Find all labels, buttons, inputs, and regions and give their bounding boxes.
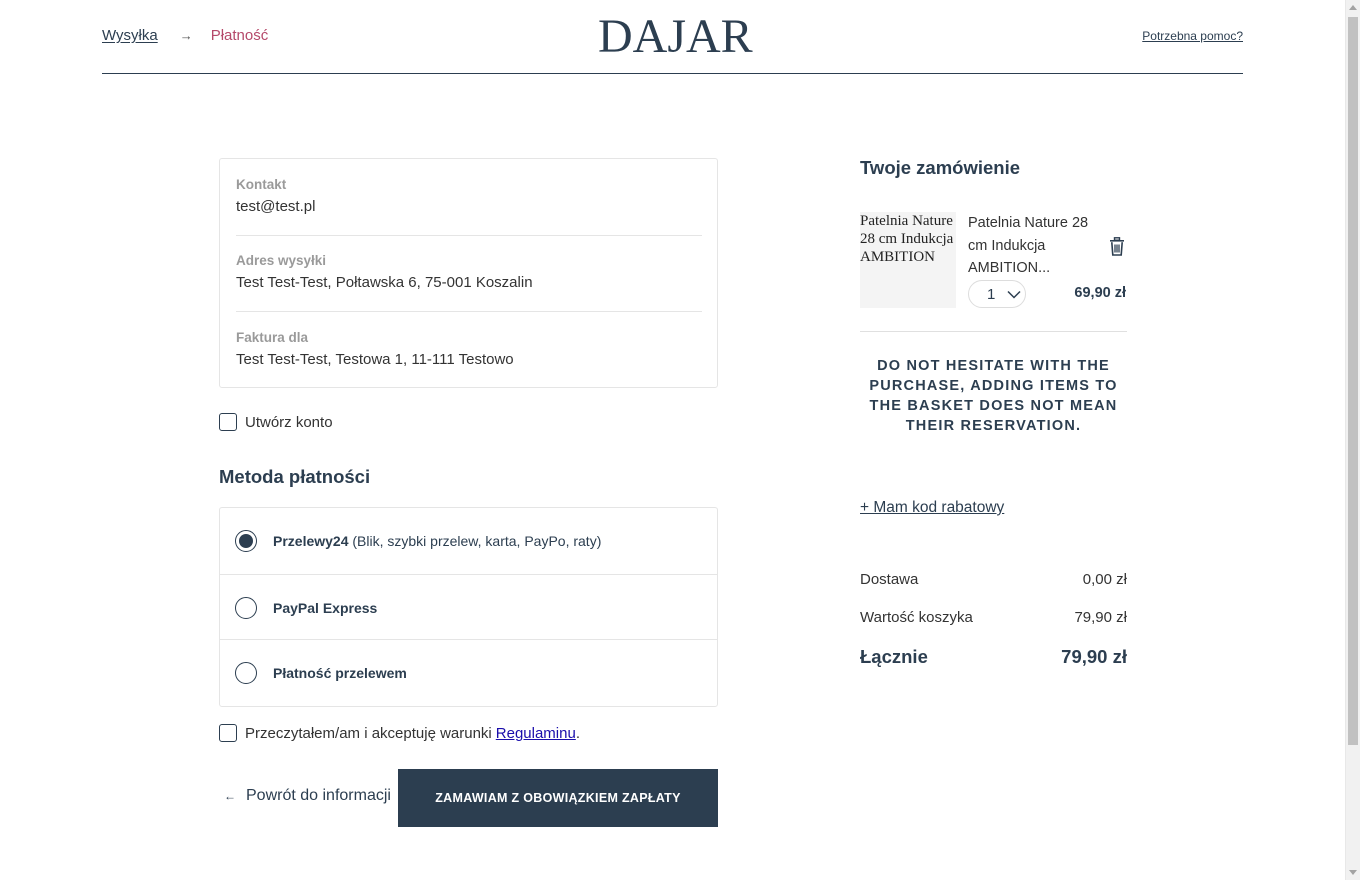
radio-selected[interactable] [235, 529, 257, 552]
place-order-button[interactable]: ZAMAWIAM Z OBOWIĄZKIEM ZAPŁATY [398, 769, 718, 827]
cart-value-amount: 79,90 zł [1074, 609, 1127, 626]
breadcrumb-shipping-link[interactable]: Wysyłka [102, 27, 158, 44]
payment-option-name: Płatność przelewem [273, 664, 407, 681]
cart-value-label: Wartość koszyka [860, 609, 973, 626]
create-account-label[interactable]: Utwórz konto [245, 414, 333, 431]
terms-checkbox[interactable] [219, 724, 237, 742]
terms-text[interactable]: Przeczytałem/am i akceptuję warunki [245, 725, 492, 742]
cart-value-row: Wartość koszyka 79,90 zł [860, 609, 1127, 626]
shipping-address-row: Adres wysyłki Test Test-Test, Połtawska … [236, 253, 702, 291]
invoice-value: Test Test-Test, Testowa 1, 11-111 Testow… [236, 351, 514, 368]
arrow-left-icon: ← [224, 789, 236, 803]
quantity-select[interactable]: 1 [968, 280, 1026, 308]
radio-unselected[interactable] [235, 661, 257, 684]
header: Wysyłka → Płatność DAJAR Potrzebna pomoc… [102, 0, 1243, 74]
create-account-checkbox[interactable] [219, 413, 237, 431]
scrollbar[interactable] [1345, 0, 1360, 880]
product-image: Patelnia Nature 28 cm Indukcja AMBITION [860, 212, 956, 308]
total-value: 79,90 zł [1061, 646, 1127, 667]
terms-link[interactable]: Regulaminu [496, 725, 576, 742]
scrollbar-thumb[interactable] [1348, 17, 1358, 745]
divider [236, 311, 702, 312]
breadcrumb: Wysyłka → Płatność [102, 27, 268, 44]
payment-options: Przelewy24 (Blik, szybki przelew, karta,… [219, 507, 718, 707]
trash-icon[interactable] [1109, 237, 1125, 256]
radio-unselected[interactable] [235, 596, 257, 619]
payment-option-detail: (Blik, szybki przelew, karta, PayPo, rat… [348, 532, 602, 549]
chevron-down-icon [1007, 290, 1021, 299]
back-link-label[interactable]: Powrót do informacji [246, 787, 391, 805]
contact-row: Kontakt test@test.pl [236, 177, 702, 215]
invoice-label: Faktura dla [236, 330, 309, 345]
total-row: Łącznie 79,90 zł [860, 646, 1127, 668]
payment-option-bank-transfer[interactable]: Płatność przelewem [220, 639, 717, 705]
payment-option-label: Przelewy24 (Blik, szybki przelew, karta,… [273, 533, 601, 549]
product-name[interactable]: Patelnia Nature 28 cm Indukcja AMBITION.… [968, 212, 1100, 280]
shipping-address-value: Test Test-Test, Połtawska 6, 75-001 Kosz… [236, 274, 533, 291]
reservation-notice: DO NOT HESITATE WITH THE PURCHASE, ADDIN… [869, 358, 1118, 434]
delivery-row: Dostawa 0,00 zł [860, 571, 1127, 588]
breadcrumb-current-payment: Płatność [210, 27, 269, 44]
radio-dot-icon [239, 533, 253, 548]
create-account-row[interactable]: Utwórz konto [219, 413, 333, 431]
promo-code-link[interactable]: + Mam kod rabatowy [860, 499, 1004, 517]
terms-row[interactable]: Przeczytałem/am i akceptuję warunki Regu… [219, 724, 580, 742]
payment-option-label: PayPal Express [273, 600, 377, 616]
payment-option-name: PayPal Express [273, 599, 378, 616]
delivery-value: 0,00 zł [1082, 571, 1127, 588]
payment-option-przelewy24[interactable]: Przelewy24 (Blik, szybki przelew, karta,… [220, 508, 717, 573]
delivery-label: Dostawa [860, 571, 919, 588]
quantity-value: 1 [987, 285, 996, 303]
payment-option-name: Przelewy24 [273, 532, 349, 549]
payment-option-label: Płatność przelewem [273, 665, 407, 681]
scroll-up-arrow-icon[interactable] [1349, 5, 1357, 10]
payment-method-title: Metoda płatności [219, 466, 371, 487]
contact-label: Kontakt [236, 177, 287, 192]
invoice-row: Faktura dla Test Test-Test, Testowa 1, 1… [236, 330, 702, 368]
breadcrumb-arrow-icon: → [179, 28, 193, 43]
total-label: Łącznie [860, 646, 928, 667]
shipping-address-label: Adres wysyłki [236, 253, 327, 268]
order-title: Twoje zamówienie [860, 157, 1021, 178]
scroll-down-arrow-icon[interactable] [1349, 870, 1357, 875]
logo[interactable]: DAJAR [598, 10, 753, 64]
terms-suffix: . [575, 724, 580, 742]
divider [236, 235, 702, 236]
divider [860, 331, 1127, 332]
contact-value: test@test.pl [236, 198, 316, 215]
product-price: 69,90 zł [1074, 285, 1126, 301]
checkout-summary-box: Kontakt test@test.pl Adres wysyłki Test … [219, 158, 718, 388]
help-link[interactable]: Potrzebna pomoc? [1142, 29, 1243, 43]
back-to-information-link[interactable]: ← Powrót do informacji [224, 787, 391, 805]
payment-option-paypal[interactable]: PayPal Express [220, 574, 717, 640]
